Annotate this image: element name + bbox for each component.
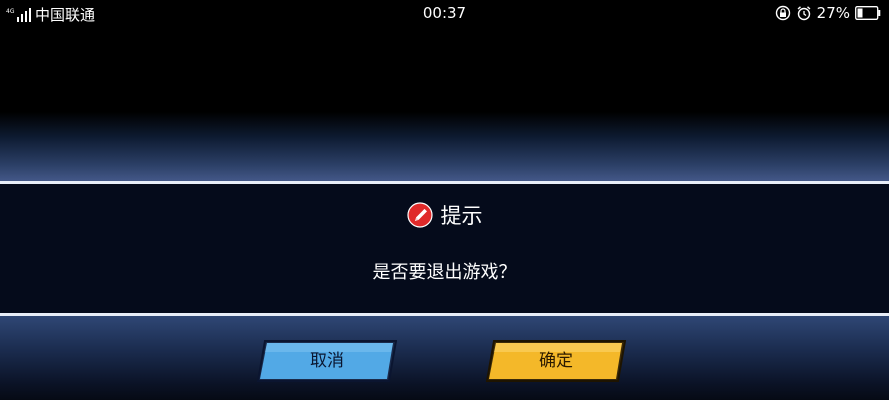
battery-percent: 27%: [816, 4, 850, 22]
alarm-clock-icon: [796, 5, 812, 21]
dialog-title: 提示: [440, 204, 483, 228]
dialog-message: 是否要退出游戏？: [372, 262, 517, 283]
status-clock: 00:37: [422, 4, 467, 22]
top-glow-band: [0, 112, 889, 182]
cancel-button-label: 取消: [310, 351, 344, 371]
dialog-title-row: 提示: [0, 200, 889, 230]
status-right-group: 27%: [775, 4, 881, 22]
alert-pencil-icon: [406, 202, 433, 228]
status-bar: 4G 中国联通 00:37 27%: [0, 0, 889, 26]
exit-dialog: 提示 是否要退出游戏？: [0, 184, 889, 314]
bottom-glow-band: [0, 316, 889, 400]
game-screen: 4G 中国联通 00:37 27% 提示 是否要退出游戏？ 取消 确定: [0, 0, 889, 400]
alarm-lock-icon: [775, 5, 791, 21]
confirm-button-label: 确定: [539, 351, 573, 371]
confirm-button[interactable]: 确定: [486, 340, 626, 382]
cancel-button[interactable]: 取消: [257, 340, 397, 382]
battery-icon: [855, 6, 881, 20]
